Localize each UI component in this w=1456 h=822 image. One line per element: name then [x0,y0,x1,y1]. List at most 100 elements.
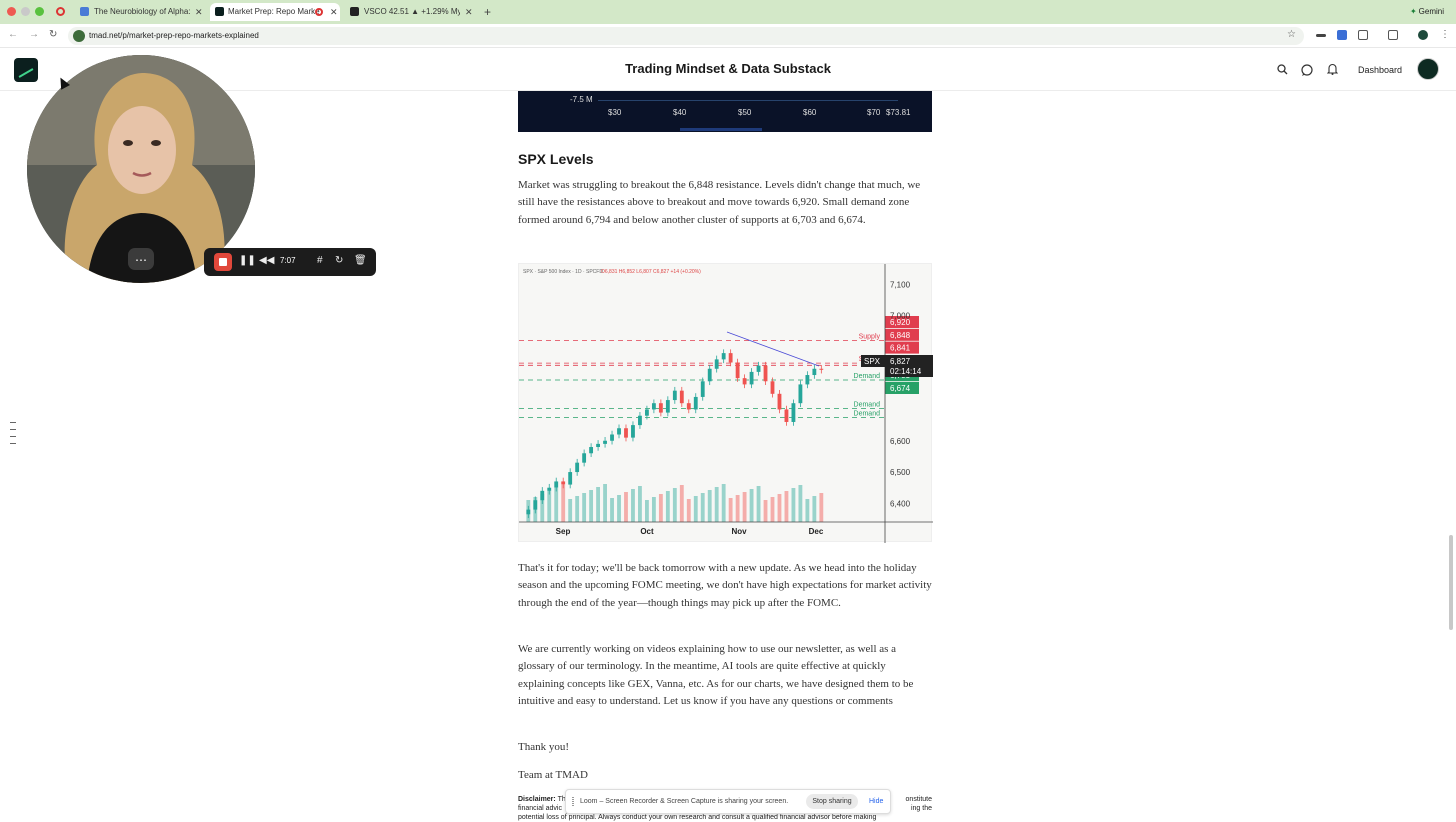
candle-body [714,359,719,369]
cast-icon[interactable] [1388,30,1398,40]
candle-body [819,368,824,370]
restart-icon[interactable]: ↻ [335,255,343,266]
candle-body [596,443,600,448]
volume-bar [728,498,733,522]
browser-menu-icon[interactable]: ⋮ [1440,29,1450,40]
bell-icon[interactable] [1327,63,1338,75]
reload-icon[interactable]: ↻ [49,29,57,40]
candle-body [624,428,628,438]
trash-icon[interactable]: 🗑 [354,255,367,266]
back-arrow-icon[interactable]: ← [8,29,18,40]
x-tick-label: Oct [640,527,654,536]
browser-tab-bar: The Neurobiology of Alpha: F ✕ Market Pr… [0,0,1456,24]
close-tab-icon[interactable]: ✕ [330,3,338,21]
volume-bar [547,491,552,522]
chart-gridline [598,100,898,101]
forward-arrow-icon[interactable]: → [29,29,39,40]
new-tab-button[interactable]: + [484,3,491,21]
volume-bar [631,489,635,522]
candle-body [582,453,587,463]
volume-bar [589,490,594,522]
chart-scroll-handle[interactable] [680,128,762,131]
countdown-label: 02:14:14 [890,367,922,376]
url-text[interactable]: tmad.net/p/market-prep-repo-markets-expl… [89,27,259,45]
x-tick-label: Sep [556,527,571,536]
gex-chart-partial: -7.5 M $30 $40 $50 $60 $70 $73.81 [518,91,932,132]
disclaimer-label: Disclaimer: [518,796,556,803]
address-bar[interactable]: tmad.net/p/market-prep-repo-markets-expl… [68,27,1304,45]
volume-bar [812,496,817,522]
volume-bar [596,487,600,522]
candle-body [742,378,747,385]
grid-icon[interactable]: # [317,255,323,266]
tab-label: VSCO 42.51 ▲ +1.29% My p [364,7,460,16]
volume-bar [603,484,607,522]
extension-chrome-icon[interactable] [1337,30,1347,40]
stop-recording-button[interactable] [214,253,232,271]
extension-dots-icon[interactable] [1316,34,1326,37]
volume-bar [610,498,614,522]
level-price-label: 6,848 [890,331,911,340]
y-tick-label: 6,600 [890,437,911,446]
user-avatar[interactable] [1417,58,1439,80]
level-zone-label: Demand [854,373,881,380]
yahoo-favicon-icon [350,7,359,16]
volume-bar [700,493,705,522]
disclaimer-text: onstitute [905,796,932,803]
candle-body [735,362,740,379]
thanks-line: Thank you! [518,741,570,753]
chat-icon[interactable] [1301,64,1313,76]
tmad-favicon-icon [215,7,224,16]
gemini-button[interactable]: ✦ Gemini [1406,5,1448,19]
x-tick-label: Nov [731,527,747,536]
y-tick-label: 6,500 [890,468,911,477]
volume-bar [770,497,775,522]
profile-icon[interactable] [1418,30,1428,40]
pause-button[interactable]: ❚❚ [239,255,256,266]
tab-neurobiology[interactable]: The Neurobiology of Alpha: F [80,3,190,21]
tab-vsco[interactable]: VSCO 42.51 ▲ +1.29% My p [350,3,460,21]
bookmark-star-icon[interactable]: ☆ [1287,29,1296,40]
spx-chart: SPX · S&P 500 Index · 1D · SPCFD O6,831 … [518,263,933,543]
volume-bar [749,489,754,522]
volume-bar [638,486,642,522]
side-outline-marks[interactable] [10,422,16,450]
level-price-label: 6,674 [890,384,911,393]
close-tab-icon[interactable]: ✕ [465,3,473,21]
volume-bar [805,499,810,522]
volume-bar [665,491,670,522]
candle-body [589,447,594,454]
volume-bar [721,484,726,522]
dashboard-button[interactable]: Dashboard [1351,60,1409,80]
volume-bar [777,494,782,522]
gemini-icon: ✦ [1409,7,1417,16]
volume-bar [575,496,580,522]
gemini-label: Gemini [1418,7,1444,16]
candle-body [784,409,789,422]
candle-body [721,353,726,360]
close-tab-icon[interactable]: ✕ [195,3,203,21]
volume-bar [756,486,761,522]
hide-button[interactable]: Hide [869,790,883,813]
candle-body [805,375,810,385]
volume-bar [679,485,684,522]
candle-body [672,390,677,401]
minimize-window-button[interactable] [21,7,30,16]
volume-bar [798,485,803,522]
drag-handle-icon[interactable] [572,797,574,806]
paragraph: We are currently working on videos expla… [518,643,914,708]
extension-puzzle-icon[interactable] [1358,30,1368,40]
rewind-button[interactable]: ◀◀ [259,255,274,266]
candle-body [693,396,698,410]
maximize-window-button[interactable] [35,7,44,16]
candle-body [638,415,642,426]
close-window-button[interactable] [7,7,16,16]
site-title[interactable]: Trading Mindset & Data Substack [0,61,1456,76]
site-info-icon[interactable] [73,30,85,42]
search-icon[interactable] [1277,64,1288,75]
candle-body [575,462,580,473]
page-scrollbar[interactable] [1449,535,1453,630]
recorder-controls: ❚❚ ◀◀ 7:07 # ↻ 🗑 [204,248,376,276]
stop-sharing-button[interactable]: Stop sharing [806,794,858,809]
candle-body [770,381,775,394]
